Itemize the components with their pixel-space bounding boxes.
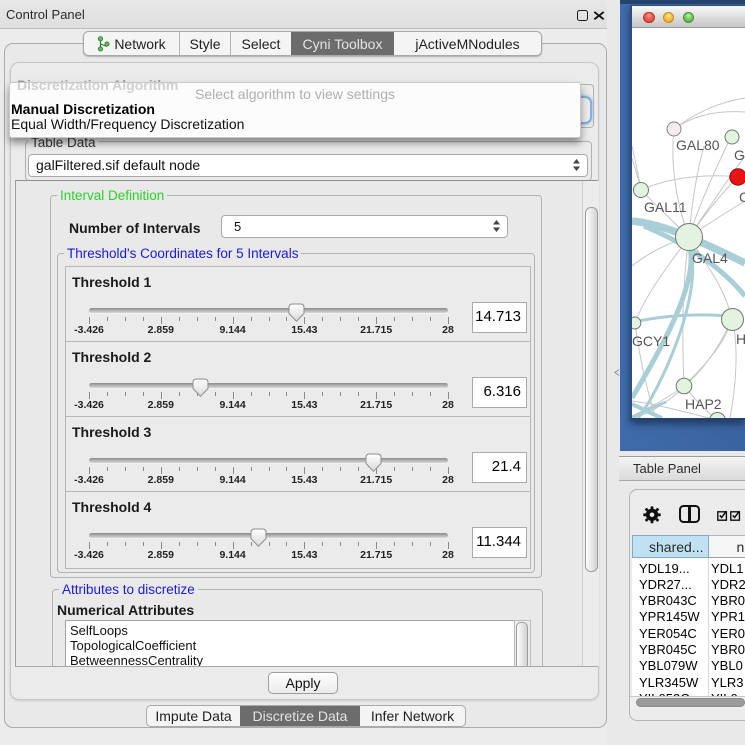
svg-text:HAP2: HAP2 [685,396,722,412]
svg-text:G.: G. [734,147,745,163]
svg-text:C: C [739,189,745,205]
svg-text:GAL11: GAL11 [644,199,687,215]
svg-text:GAL80: GAL80 [676,137,720,153]
svg-text:GCY1: GCY1 [632,333,670,349]
svg-text:H: H [736,331,745,347]
svg-text:GAL4: GAL4 [692,250,728,266]
